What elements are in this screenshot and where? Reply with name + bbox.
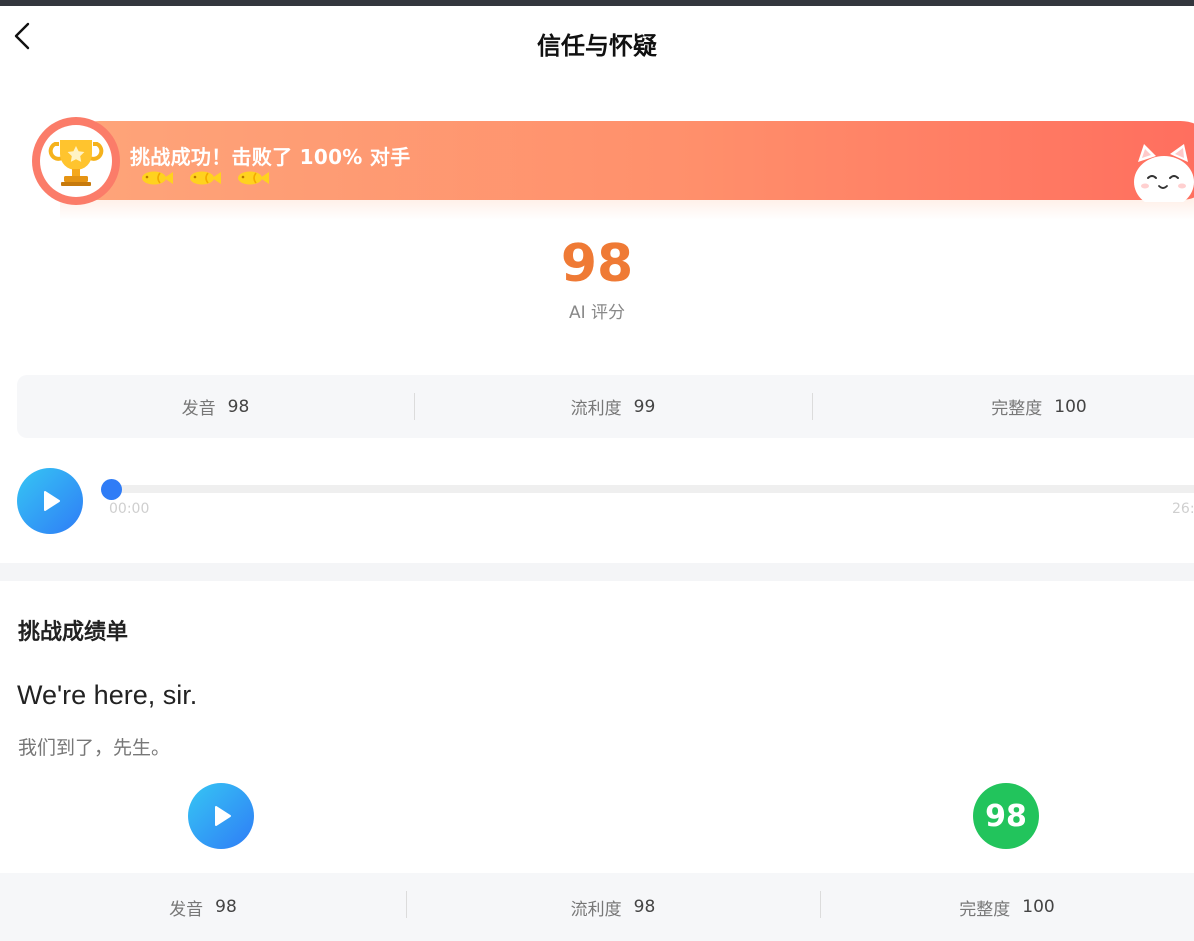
play-icon xyxy=(44,491,60,511)
report-title: 挑战成绩单 xyxy=(18,620,129,645)
cat-mascot-icon xyxy=(1134,144,1194,202)
ai-score-label: AI 评分 xyxy=(568,303,626,323)
audio-progress-knob[interactable] xyxy=(101,479,122,500)
metric-label: 流利度 xyxy=(570,899,622,920)
play-recording-button[interactable] xyxy=(17,468,83,534)
metric-label: 流利度 xyxy=(570,399,622,419)
play-icon xyxy=(215,806,231,826)
metric-pronunciation: 发音 98 xyxy=(17,375,414,438)
section-separator xyxy=(0,563,1194,581)
trophy-badge xyxy=(32,117,120,205)
nav-bar: 信任与怀疑 xyxy=(0,6,1194,74)
metric-value: 100 xyxy=(1022,897,1055,917)
play-sentence-button[interactable] xyxy=(188,783,254,849)
metric-value: 98 xyxy=(215,897,237,917)
fish-rating xyxy=(140,169,270,187)
banner-shadow xyxy=(60,198,1194,220)
fish-icon xyxy=(142,171,173,185)
banner-text: 挑战成功！击败了 100% 对手 xyxy=(130,145,411,169)
sentence-metrics-panel: 发音 98 流利度 98 完整度 100 xyxy=(0,873,1194,941)
metric-value: 99 xyxy=(633,396,656,417)
sentence-chinese: 我们到了，先生。 xyxy=(18,737,171,759)
metric-completeness: 完整度 100 xyxy=(812,375,1194,438)
sentence-score-badge: 98 xyxy=(973,783,1039,849)
metric-fluency: 流利度 98 xyxy=(406,873,820,941)
trophy-icon xyxy=(48,140,104,186)
audio-current-time: 00:00 xyxy=(109,501,150,517)
metric-value: 98 xyxy=(633,897,656,917)
fish-icon xyxy=(190,171,221,185)
metric-value: 98 xyxy=(227,396,250,417)
page-title: 信任与怀疑 xyxy=(537,32,657,60)
audio-total-time: 26: xyxy=(1172,501,1194,517)
audio-progress-track[interactable] xyxy=(110,485,1194,493)
fish-icon xyxy=(238,171,269,185)
metric-label: 完整度 xyxy=(991,399,1043,419)
overall-metrics-panel: 发音 98 流利度 99 完整度 100 xyxy=(17,375,1194,438)
metric-value: 100 xyxy=(1054,396,1087,417)
metric-completeness: 完整度 100 xyxy=(820,873,1194,941)
metric-pronunciation: 发音 98 xyxy=(0,873,406,941)
ai-score-value: 98 xyxy=(560,234,634,294)
metric-fluency: 流利度 99 xyxy=(414,375,812,438)
sentence-english: We're here, sir. xyxy=(17,680,198,710)
metric-label: 完整度 xyxy=(959,899,1011,920)
metric-label: 发音 xyxy=(169,899,204,920)
metric-label: 发音 xyxy=(181,399,216,419)
